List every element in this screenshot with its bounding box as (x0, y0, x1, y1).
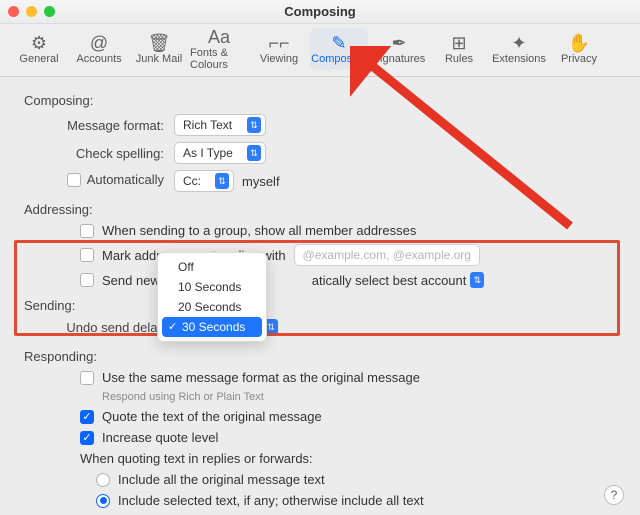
toolbar-tab-privacy[interactable]: ✋Privacy (550, 28, 608, 70)
undo-delay-option[interactable]: Off (158, 257, 266, 277)
toolbar-tab-label: Rules (445, 53, 473, 65)
toolbar-tab-label: Composing (311, 53, 367, 65)
titlebar: Composing (0, 0, 640, 24)
undo-delay-option[interactable]: 10 Seconds (158, 277, 266, 297)
auto-cc-checkbox[interactable] (67, 173, 81, 187)
auto-cc-suffix: myself (242, 174, 280, 189)
when-quoting-label: When quoting text in replies or forwards… (80, 451, 313, 466)
increase-quote-checkbox[interactable]: ✓ (80, 431, 94, 445)
quote-checkbox[interactable]: ✓ (80, 410, 94, 424)
chevron-updown-icon: ⇅ (247, 117, 261, 133)
chevron-updown-icon: ⇅ (247, 145, 261, 161)
undo-delay-option[interactable]: 20 Seconds (158, 297, 266, 317)
composing-heading: Composing: (24, 93, 616, 108)
include-all-label: Include all the original message text (118, 472, 325, 487)
auto-cc-label: Automatically (87, 172, 164, 187)
responding-heading: Responding: (24, 349, 616, 364)
privacy-icon: ✋ (568, 33, 590, 53)
rules-icon: ⊞ (451, 33, 466, 53)
chevron-updown-icon: ⇅ (215, 173, 229, 189)
group-addresses-label: When sending to a group, show all member… (102, 223, 416, 238)
toolbar-tab-label: Junk Mail (136, 53, 182, 65)
same-format-hint: Respond using Rich or Plain Text (102, 391, 616, 403)
message-format-label: Message format: (24, 118, 174, 133)
window-title: Composing (0, 4, 640, 19)
toolbar-tab-label: Privacy (561, 53, 597, 65)
toolbar-tab-accounts[interactable]: @Accounts (70, 28, 128, 70)
undo-send-delay-popup[interactable]: Off10 Seconds20 Seconds30 Seconds (157, 252, 267, 342)
toolbar-tab-rules[interactable]: ⊞Rules (430, 28, 488, 70)
toolbar-tab-label: General (19, 53, 58, 65)
quote-label: Quote the text of the original message (102, 409, 322, 424)
toolbar-tab-label: Accounts (76, 53, 121, 65)
signatures-icon: ✒ (391, 33, 406, 53)
check-spelling-label: Check spelling: (24, 146, 174, 161)
help-button[interactable]: ? (604, 485, 624, 505)
sending-heading: Sending: (24, 298, 616, 313)
toolbar-tab-fonts-colours[interactable]: AaFonts & Colours (190, 28, 248, 70)
preferences-toolbar: ⚙General@Accounts🗑Junk MailAaFonts & Col… (0, 24, 640, 77)
chevron-updown-icon[interactable]: ⇅ (470, 272, 484, 288)
increase-quote-label: Increase quote level (102, 430, 218, 445)
undo-delay-option[interactable]: 30 Seconds (162, 317, 262, 337)
viewing-icon: ⌐⌐ (268, 33, 289, 53)
same-format-checkbox[interactable] (80, 371, 94, 385)
message-format-value: Rich Text (183, 118, 232, 132)
undo-send-delay-label: Undo send delay (24, 320, 174, 335)
check-spelling-value: As I Type (183, 146, 233, 160)
toolbar-tab-extensions[interactable]: ✦Extensions (490, 28, 548, 70)
toolbar-tab-label: Extensions (492, 53, 546, 65)
toolbar-tab-viewing[interactable]: ⌐⌐Viewing (250, 28, 308, 70)
auto-cc-field-value: Cc: (183, 174, 201, 188)
junk-mail-icon: 🗑 (148, 33, 171, 53)
extensions-icon: ✦ (511, 33, 526, 53)
preferences-content: Composing: Message format: Rich Text ⇅ C… (0, 77, 640, 514)
toolbar-tab-label: Signatures (373, 53, 426, 65)
message-format-select[interactable]: Rich Text ⇅ (174, 114, 266, 136)
fonts-colours-icon: Aa (208, 27, 230, 47)
addressing-heading: Addressing: (24, 202, 616, 217)
toolbar-tab-signatures[interactable]: ✒Signatures (370, 28, 428, 70)
composing-icon: ✎ (331, 33, 346, 53)
mark-addresses-checkbox[interactable] (80, 248, 94, 262)
toolbar-tab-general[interactable]: ⚙General (10, 28, 68, 70)
general-icon: ⚙ (31, 33, 47, 53)
send-from-suffix: atically select best account (312, 273, 467, 288)
include-all-radio[interactable] (96, 473, 110, 487)
toolbar-tab-composing[interactable]: ✎Composing (310, 28, 368, 70)
toolbar-tab-label: Viewing (260, 53, 298, 65)
group-addresses-checkbox[interactable] (80, 224, 94, 238)
toolbar-tab-label: Fonts & Colours (190, 47, 248, 71)
include-selected-radio[interactable] (96, 494, 110, 508)
auto-cc-field-select[interactable]: Cc: ⇅ (174, 170, 234, 192)
check-spelling-select[interactable]: As I Type ⇅ (174, 142, 266, 164)
include-selected-label: Include selected text, if any; otherwise… (118, 493, 424, 508)
accounts-icon: @ (90, 33, 108, 53)
toolbar-tab-junk-mail[interactable]: 🗑Junk Mail (130, 28, 188, 70)
same-format-label: Use the same message format as the origi… (102, 370, 420, 385)
send-from-checkbox[interactable] (80, 273, 94, 287)
mark-addresses-input[interactable]: @example.com, @example.org (294, 244, 480, 266)
